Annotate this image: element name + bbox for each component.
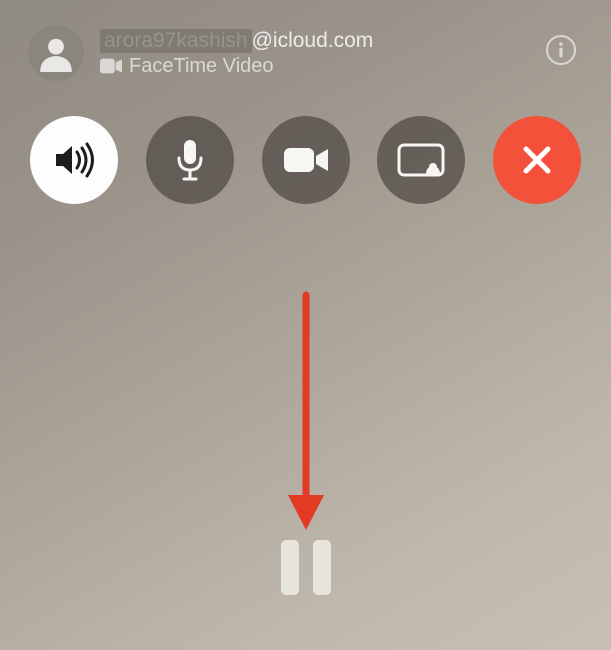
close-icon xyxy=(520,143,554,177)
call-header: arora97kashish@icloud.com FaceTime Video xyxy=(0,0,611,91)
screenshare-button[interactable] xyxy=(377,116,465,204)
screenshare-icon xyxy=(396,142,446,178)
video-icon xyxy=(100,58,122,74)
speaker-icon xyxy=(50,140,98,180)
pause-bar-right xyxy=(313,540,331,595)
contact-name-blurred: arora97kashish xyxy=(100,29,252,53)
contact-name-suffix: @icloud.com xyxy=(252,29,374,53)
call-controls xyxy=(0,91,611,204)
speaker-button[interactable] xyxy=(30,116,118,204)
camera-button[interactable] xyxy=(262,116,350,204)
call-type: FaceTime Video xyxy=(100,55,373,78)
arrow-annotation xyxy=(276,290,336,540)
contact-name: arora97kashish@icloud.com xyxy=(100,29,373,53)
pause-indicator xyxy=(281,540,331,595)
info-button[interactable] xyxy=(541,30,581,70)
contact-info: arora97kashish@icloud.com FaceTime Video xyxy=(100,29,373,78)
camera-icon xyxy=(282,144,330,176)
call-type-label: FaceTime Video xyxy=(129,55,274,78)
info-icon xyxy=(545,34,577,66)
person-silhouette-icon xyxy=(37,34,75,72)
mute-button[interactable] xyxy=(146,116,234,204)
pause-bar-left xyxy=(281,540,299,595)
contact-avatar xyxy=(28,25,84,81)
microphone-icon xyxy=(175,138,205,182)
end-call-button[interactable] xyxy=(493,116,581,204)
